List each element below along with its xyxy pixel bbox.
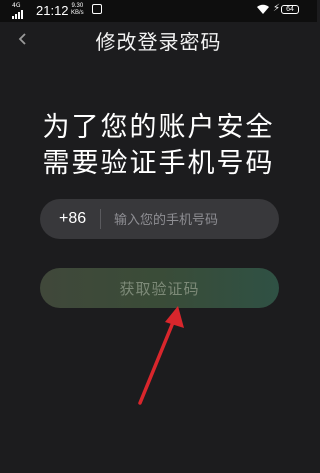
- network-speed-value: 9.30: [71, 3, 84, 9]
- status-time: 21:12: [36, 3, 69, 18]
- headline-line-2: 需要验证手机号码: [42, 148, 275, 179]
- country-code-selector[interactable]: +86: [59, 199, 86, 239]
- charging-icon: ⚡: [273, 3, 281, 14]
- status-bar: 4G 21:12 9.30 KB/s ⚡ 64: [0, 0, 317, 22]
- network-type: 4G: [12, 2, 21, 9]
- battery-icon: 64: [281, 5, 299, 14]
- wifi-icon: [257, 4, 269, 14]
- notification-icon: [92, 4, 102, 14]
- nav-bar: 修改登录密码: [0, 22, 317, 58]
- phone-field: +86: [40, 199, 279, 241]
- arrow-annotation-icon: [138, 306, 184, 405]
- network-speed-unit: KB/s: [71, 10, 84, 16]
- signal-icon: [12, 10, 23, 19]
- headline-line-1: 为了您的账户安全: [42, 112, 275, 143]
- battery-level: 64: [286, 6, 294, 13]
- page-title: 修改登录密码: [95, 30, 222, 54]
- field-divider: [100, 209, 101, 229]
- phone-input[interactable]: [112, 199, 276, 241]
- network-speed: 9.30 KB/s: [71, 3, 84, 17]
